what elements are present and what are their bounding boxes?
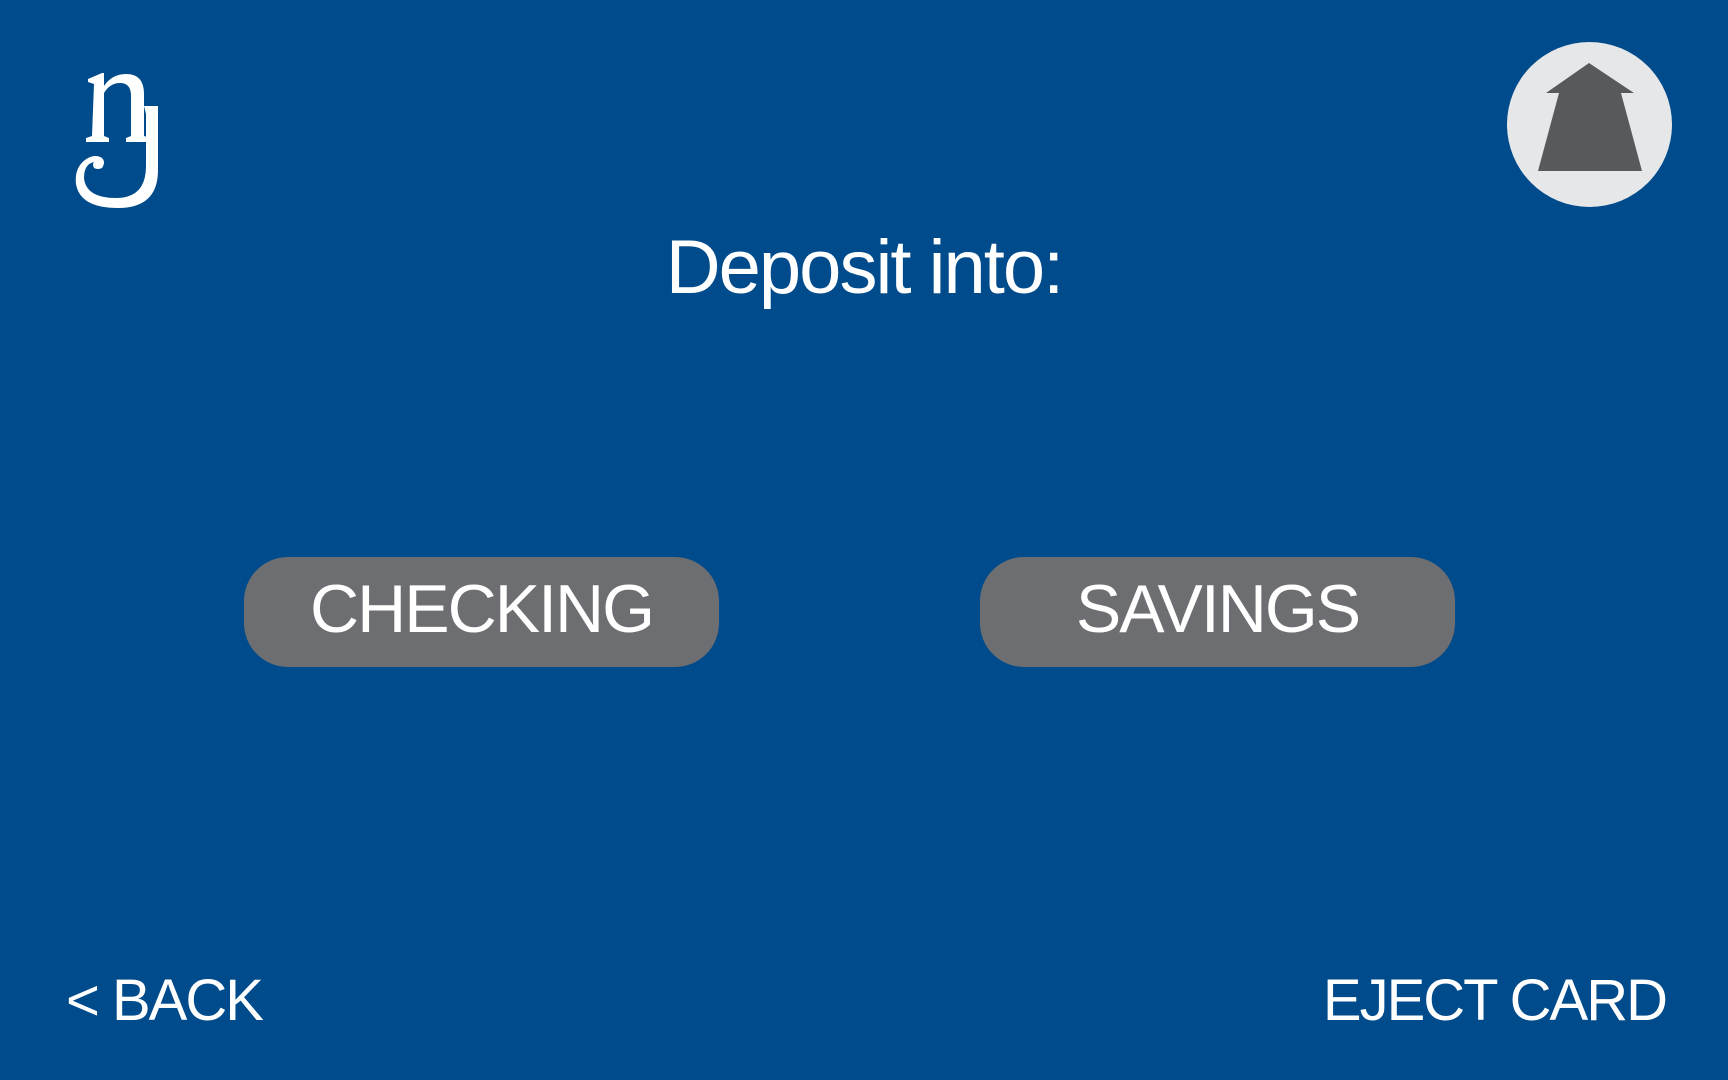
up-arrow-button[interactable]	[1507, 42, 1672, 207]
page-title: Deposit into:	[665, 225, 1064, 310]
savings-button-label: SAVINGS	[1075, 571, 1361, 647]
checking-button-label: CHECKING	[310, 571, 655, 647]
up-arrow-icon	[1538, 63, 1642, 171]
savings-button[interactable]: SAVINGS	[980, 557, 1455, 667]
bank-monogram-logo	[66, 66, 166, 214]
eject-card-button[interactable]: EJECT CARD	[1323, 966, 1668, 1036]
checking-button[interactable]: CHECKING	[244, 557, 719, 667]
back-button[interactable]: < BACK	[66, 966, 264, 1036]
